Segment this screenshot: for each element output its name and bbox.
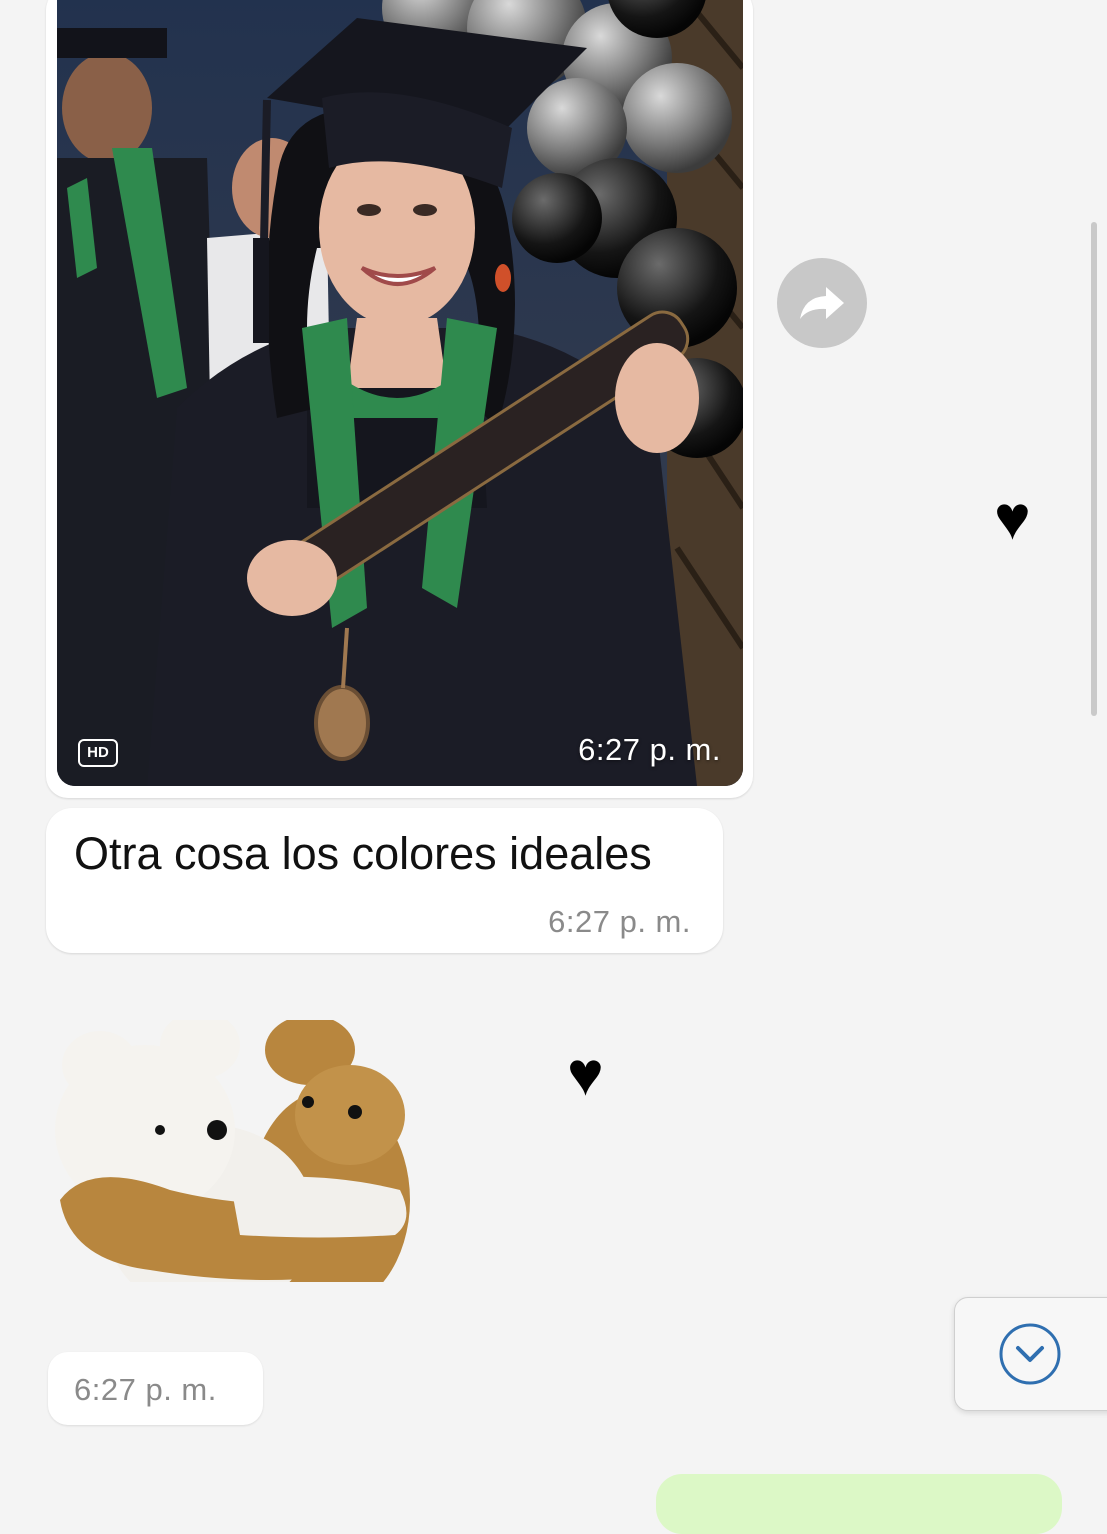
message-text: Otra cosa los colores ideales xyxy=(74,828,652,879)
message-timestamp: 6:27 p. m. xyxy=(74,1372,217,1407)
teddy-bears-hug-image xyxy=(55,1011,410,1315)
image-message-bubble[interactable]: HD 6:27 p. m. xyxy=(46,0,753,798)
forward-button[interactable] xyxy=(777,258,867,348)
scrollbar[interactable] xyxy=(1091,222,1097,716)
share-forward-icon xyxy=(800,287,844,319)
sticker-timestamp-bubble: 6:27 p. m. xyxy=(48,1352,263,1425)
outgoing-message-bubble[interactable] xyxy=(656,1474,1062,1534)
hd-badge: HD xyxy=(78,739,118,767)
message-timestamp: 6:27 p. m. xyxy=(578,732,721,767)
message-timestamp: 6:27 p. m. xyxy=(548,904,691,939)
photo-illustration xyxy=(57,0,743,786)
scroll-to-bottom-button[interactable] xyxy=(954,1297,1107,1411)
graduation-photo[interactable]: HD 6:27 p. m. xyxy=(57,0,743,786)
teddy-bears-sticker[interactable] xyxy=(50,1011,410,1315)
chevron-down-circle-icon xyxy=(999,1323,1061,1385)
text-message-bubble[interactable]: Otra cosa los colores ideales 6:27 p. m. xyxy=(46,808,723,953)
heart-icon: ♥ xyxy=(567,1040,604,1109)
heart-icon: ♥ xyxy=(994,484,1031,553)
